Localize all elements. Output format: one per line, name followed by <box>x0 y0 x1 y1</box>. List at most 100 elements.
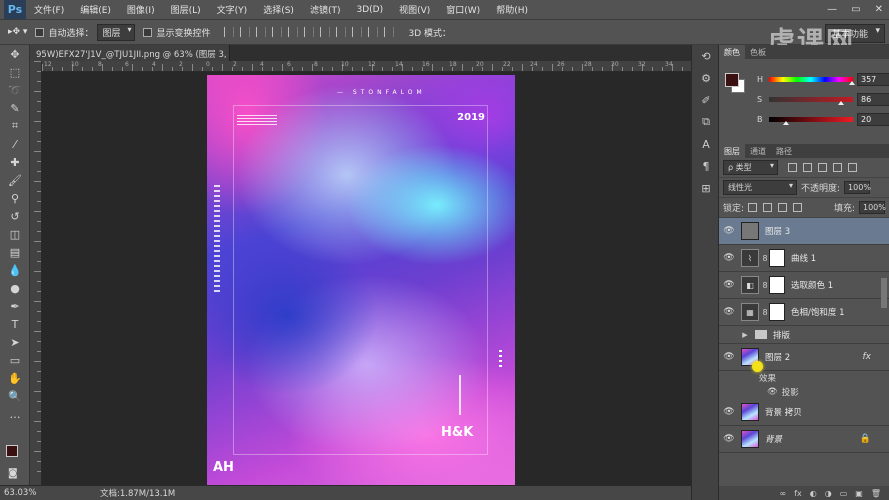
close-button[interactable]: ✕ <box>875 4 883 15</box>
layers-scrollbar[interactable] <box>881 278 887 308</box>
lock-all-icon[interactable] <box>793 203 803 212</box>
menu-type[interactable]: 文字(Y) <box>209 3 256 16</box>
delete-layer-icon[interactable]: 🗑 <box>871 489 881 498</box>
align-hcenter-icon[interactable] <box>288 27 299 37</box>
layer-row[interactable]: 👁 图层 3 <box>719 218 889 245</box>
hue-slider[interactable] <box>769 77 856 85</box>
layer-row[interactable]: 👁 背景 拷贝 <box>719 399 889 426</box>
document-tab[interactable]: 95W)EFX27'J1V_@TJU1JII.png @ 63% (图层 3, … <box>30 45 230 61</box>
visibility-eye-icon[interactable]: 👁 <box>719 352 739 362</box>
new-group-icon[interactable]: ▭ <box>840 489 848 498</box>
menu-file[interactable]: 文件(F) <box>26 3 72 16</box>
ruler-horizontal[interactable]: 12 10 8 6 4 2 0 2 4 6 8 10 12 14 16 18 20 22 24 26 28 30 32 34 <box>42 61 693 72</box>
filter-pixel-icon[interactable] <box>788 163 797 172</box>
menu-filter[interactable]: 滤镜(T) <box>302 3 349 16</box>
align-top-icon[interactable] <box>224 27 235 37</box>
tab-color[interactable]: 颜色 <box>719 45 745 59</box>
lock-position-icon[interactable] <box>778 203 788 212</box>
drop-shadow-row[interactable]: 👁 投影 <box>719 385 889 399</box>
visibility-eye-icon[interactable]: 👁 <box>719 407 739 417</box>
expand-arrow-icon[interactable]: ▶ <box>739 331 751 339</box>
character-panel-icon[interactable]: A <box>692 133 720 155</box>
new-layer-icon[interactable]: ▣ <box>855 489 863 498</box>
chain-link-icon[interactable]: 8 <box>761 308 769 317</box>
hue-input[interactable]: 357 <box>857 73 889 86</box>
quick-mask-icon[interactable]: ◙ <box>8 468 18 479</box>
menu-help[interactable]: 帮助(H) <box>488 3 536 16</box>
saturation-slider-thumb[interactable] <box>838 101 845 105</box>
filter-adjustment-icon[interactable] <box>803 163 812 172</box>
tab-paths[interactable]: 路径 <box>771 144 797 158</box>
blend-mode-dropdown[interactable]: 线性光 <box>723 180 797 195</box>
menu-3d[interactable]: 3D(D) <box>348 5 391 15</box>
filter-smart-icon[interactable] <box>848 163 857 172</box>
quick-select-tool-icon[interactable]: ✎ <box>0 99 30 117</box>
align-bottom-icon[interactable] <box>256 27 267 37</box>
canvas-area[interactable]: — STONFALOM 2019 H&K AH <box>42 72 691 485</box>
hand-tool-icon[interactable]: ✋ <box>0 369 30 387</box>
brightness-slider-thumb[interactable] <box>782 121 789 125</box>
menu-edit[interactable]: 编辑(E) <box>72 3 119 16</box>
shape-tool-icon[interactable]: ▭ <box>0 351 30 369</box>
layer-mask-thumbnail[interactable] <box>769 303 785 321</box>
workspace-dropdown[interactable]: 基本功能 <box>824 24 885 43</box>
menu-view[interactable]: 视图(V) <box>391 3 438 16</box>
history-brush-tool-icon[interactable]: ↺ <box>0 207 30 225</box>
clone-stamp-tool-icon[interactable]: ⚲ <box>0 189 30 207</box>
align-vcenter-icon[interactable] <box>240 27 251 37</box>
add-mask-icon[interactable]: ◐ <box>810 489 817 498</box>
layer-row[interactable]: 👁 背景 🔒 <box>719 426 889 453</box>
minimize-button[interactable]: — <box>827 4 837 15</box>
brightness-slider[interactable] <box>769 117 853 125</box>
show-transform-checkbox[interactable] <box>143 27 153 37</box>
healing-brush-tool-icon[interactable]: ✚ <box>0 153 30 171</box>
filter-type-icon[interactable] <box>818 163 827 172</box>
layer-row[interactable]: 👁 ◧ 8 选取颜色 1 <box>719 272 889 299</box>
dodge-tool-icon[interactable]: ● <box>0 279 30 297</box>
tab-layers[interactable]: 图层 <box>719 144 745 158</box>
layer-effects-icon[interactable]: fx <box>863 352 872 362</box>
menu-select[interactable]: 选择(S) <box>255 3 302 16</box>
distribute-top-icon[interactable] <box>320 27 331 37</box>
add-style-icon[interactable]: fx <box>794 489 802 498</box>
zoom-tool-icon[interactable]: 🔍 <box>0 387 30 405</box>
menu-layer[interactable]: 图层(L) <box>163 3 209 16</box>
auto-select-dropdown[interactable]: 图层 <box>97 23 136 41</box>
path-select-tool-icon[interactable]: ➤ <box>0 333 30 351</box>
visibility-eye-icon[interactable]: 👁 <box>719 253 739 263</box>
visibility-eye-icon[interactable]: 👁 <box>719 280 739 290</box>
fill-input[interactable]: 100% <box>859 201 886 214</box>
chain-link-icon[interactable]: 8 <box>761 281 769 290</box>
properties-panel-icon[interactable]: ⚙ <box>692 67 720 89</box>
visibility-eye-icon[interactable]: 👁 <box>719 434 739 444</box>
layer-filter-dropdown[interactable]: ρ 类型 <box>723 160 778 175</box>
align-right-icon[interactable] <box>304 27 315 37</box>
paragraph-panel-icon[interactable]: ¶ <box>692 155 720 177</box>
move-tool-preset-icon[interactable]: ▸✥ ▾ <box>8 27 27 37</box>
filter-shape-icon[interactable] <box>833 163 842 172</box>
more-tools-icon[interactable]: … <box>0 405 30 423</box>
gradient-tool-icon[interactable]: ▤ <box>0 243 30 261</box>
visibility-eye-icon[interactable]: 👁 <box>767 387 778 397</box>
glyphs-panel-icon[interactable]: ⊞ <box>692 177 720 199</box>
distribute-right-icon[interactable] <box>384 27 395 37</box>
move-tool-icon[interactable]: ✥ <box>0 45 30 63</box>
layer-row[interactable]: 👁 ⌇ 8 曲线 1 <box>719 245 889 272</box>
brush-panel-icon[interactable]: ✐ <box>692 89 720 111</box>
visibility-eye-icon[interactable]: 👁 <box>719 307 739 317</box>
marquee-tool-icon[interactable]: ⬚ <box>0 63 30 81</box>
pen-tool-icon[interactable]: ✒ <box>0 297 30 315</box>
tab-channels[interactable]: 通道 <box>745 144 771 158</box>
eraser-tool-icon[interactable]: ◫ <box>0 225 30 243</box>
layer-group-row[interactable]: ▶ 排版 <box>719 326 889 344</box>
hue-slider-thumb[interactable] <box>849 81 856 85</box>
crop-tool-icon[interactable]: ⌗ <box>0 117 30 135</box>
lock-transparency-icon[interactable] <box>748 203 758 212</box>
brightness-input[interactable]: 20 <box>857 113 889 126</box>
link-layers-icon[interactable]: ∞ <box>780 489 787 498</box>
foreground-color-swatch[interactable] <box>6 445 18 457</box>
saturation-input[interactable]: 86 <box>857 93 889 106</box>
visibility-eye-icon[interactable]: 👁 <box>719 226 739 236</box>
ruler-vertical[interactable] <box>30 61 42 485</box>
new-adjustment-icon[interactable]: ◑ <box>825 489 832 498</box>
